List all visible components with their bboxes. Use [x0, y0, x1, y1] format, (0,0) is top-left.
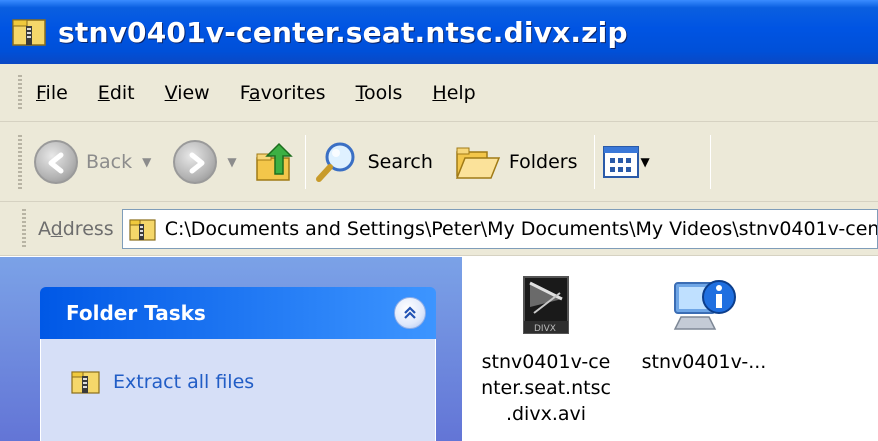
address-label-mnemonic: d: [50, 217, 63, 240]
menu-favorites-prefix: F: [239, 81, 249, 104]
search-label: Search: [367, 150, 433, 173]
window-title: stnv0401v-center.seat.ntsc.divx.zip: [58, 15, 628, 49]
menu-tools-label: ools: [363, 81, 403, 104]
folders-icon: [455, 147, 500, 179]
address-path: C:\Documents and Settings\Peter\My Docum…: [164, 217, 878, 240]
menu-bar: File Edit View Favorites Tools Help: [0, 64, 878, 122]
folder-tasks-header[interactable]: Folder Tasks: [40, 287, 436, 339]
up-folder-icon: [255, 142, 293, 181]
menu-help-mnemonic: H: [432, 81, 447, 104]
back-dropdown-icon[interactable]: ▼: [142, 155, 151, 169]
menu-favorites[interactable]: Favorites: [240, 82, 326, 104]
back-button[interactable]: Back ▼: [34, 132, 151, 192]
back-arrow-icon: [34, 139, 78, 184]
forward-arrow-icon: [173, 139, 218, 184]
svg-text:DIVX: DIVX: [534, 324, 556, 334]
up-folder-button[interactable]: [253, 132, 297, 192]
toolbar-separator: [593, 134, 595, 189]
menu-tools[interactable]: Tools: [356, 82, 403, 104]
file-item[interactable]: stnv0401v-...: [624, 273, 784, 375]
divx-video-icon: DIVX: [523, 276, 569, 334]
folder-tasks-title: Folder Tasks: [66, 301, 206, 325]
extract-all-files-label: Extract all files: [113, 371, 255, 393]
views-dropdown-icon[interactable]: ▼: [641, 155, 650, 169]
menu-help[interactable]: Help: [432, 82, 475, 104]
menu-view[interactable]: View: [165, 82, 210, 104]
back-label: Back: [86, 150, 133, 173]
task-pane: Folder Tasks Extract all files: [0, 257, 462, 441]
views-icon: [602, 145, 639, 178]
search-button[interactable]: Search: [314, 132, 433, 192]
forward-button[interactable]: ▼: [173, 132, 237, 192]
menu-view-label: iew: [177, 81, 210, 104]
file-list: DIVX stnv0401v-ce nter.seat.ntsc .divx.a…: [462, 257, 878, 441]
address-label: Address: [38, 218, 114, 240]
menu-help-label: elp: [446, 81, 476, 104]
menu-edit-label: dit: [109, 81, 135, 104]
menu-file-label: ile: [45, 81, 68, 104]
search-icon: [315, 142, 355, 182]
toolbar-grip[interactable]: [18, 134, 22, 189]
menu-file-mnemonic: F: [36, 81, 46, 104]
addressbar-grip[interactable]: [22, 208, 26, 249]
menubar-grip[interactable]: [18, 74, 22, 111]
file-name: stnv0401v-ce nter.seat.ntsc .divx.avi: [481, 349, 611, 427]
address-label-suffix: dress: [62, 217, 114, 240]
menu-favorites-mnemonic: a: [248, 81, 261, 104]
file-item[interactable]: DIVX stnv0401v-ce nter.seat.ntsc .divx.a…: [466, 273, 626, 427]
toolbar-separator: [709, 134, 711, 189]
menu-file[interactable]: File: [36, 82, 68, 104]
file-name-line: nter.seat.ntsc: [481, 377, 611, 399]
file-name-line: .divx.avi: [505, 403, 587, 425]
menu-edit-mnemonic: E: [97, 81, 110, 104]
menu-tools-mnemonic: T: [355, 81, 364, 104]
menu-view-mnemonic: V: [164, 81, 178, 104]
views-button[interactable]: ▼: [602, 132, 650, 192]
zip-folder-icon: [12, 17, 48, 47]
address-bar: Address C:\Documents and Settings\Peter\…: [0, 202, 878, 256]
extract-all-files-link[interactable]: Extract all files: [71, 369, 254, 395]
zip-folder-icon: [129, 218, 156, 241]
info-file-icon: [673, 280, 736, 330]
menu-edit[interactable]: Edit: [98, 82, 135, 104]
forward-dropdown-icon[interactable]: ▼: [227, 155, 236, 169]
folders-label: Folders: [508, 150, 578, 173]
menu-favorites-label: vorites: [260, 81, 326, 104]
zip-folder-icon: [71, 371, 100, 394]
file-name-line: stnv0401v-...: [641, 351, 767, 373]
collapse-chevron-icon[interactable]: [394, 297, 426, 329]
title-bar[interactable]: stnv0401v-center.seat.ntsc.divx.zip: [0, 0, 878, 64]
folders-button[interactable]: Folders: [455, 132, 578, 192]
address-input[interactable]: C:\Documents and Settings\Peter\My Docum…: [121, 208, 878, 249]
toolbar-separator: [304, 134, 306, 189]
file-name-line: stnv0401v-ce: [481, 351, 611, 373]
folder-tasks-body: Extract all files: [40, 339, 436, 441]
file-name: stnv0401v-...: [642, 349, 767, 375]
standard-toolbar: Back ▼ ▼ Search Folders ▼: [0, 122, 878, 202]
address-label-prefix: A: [38, 217, 51, 240]
